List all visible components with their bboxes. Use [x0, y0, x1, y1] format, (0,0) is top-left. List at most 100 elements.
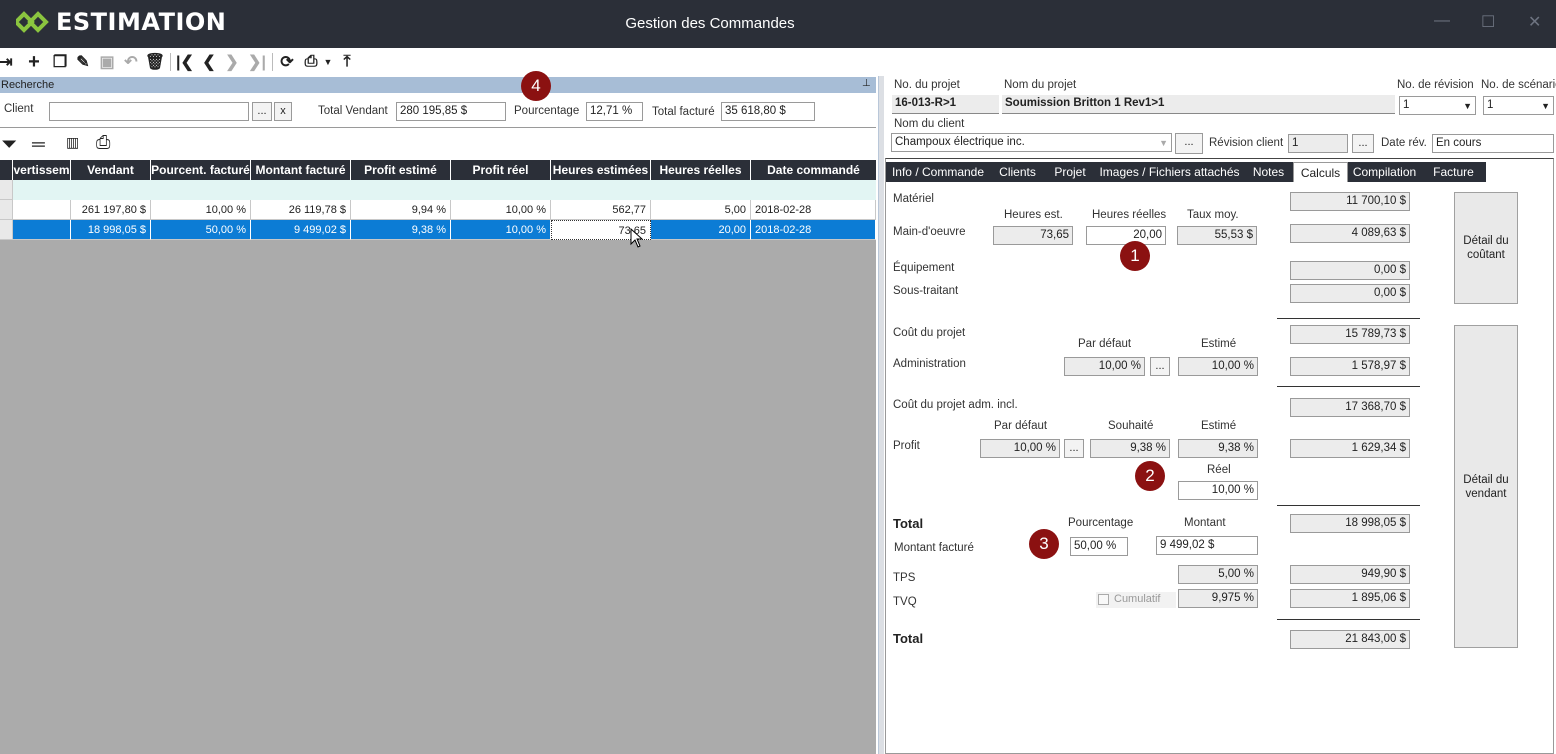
grid-cell[interactable]: 10,00 % [451, 220, 551, 240]
nom-projet-field[interactable]: Soumission Britton 1 Rev1>1 [1002, 95, 1395, 114]
cumulatif-checkbox[interactable] [1098, 594, 1109, 605]
grid-cell[interactable]: 9 499,02 $ [251, 220, 351, 240]
grand-total-label: Total [893, 631, 924, 646]
grid-cell[interactable]: 261 197,80 $ [71, 200, 151, 220]
row-selector[interactable] [0, 180, 13, 200]
column-header[interactable]: Profit estimé [351, 160, 451, 180]
administration-label: Administration [893, 358, 966, 370]
no-scenario-select[interactable]: 1 ▼ [1483, 96, 1554, 115]
tab-info-commande[interactable]: Info / Commande [886, 162, 990, 182]
nom-client-select[interactable]: Champoux électrique inc. ▼ [891, 133, 1172, 152]
client-search-input[interactable] [49, 102, 249, 121]
grid-cell[interactable]: 20,00 [651, 220, 751, 240]
toolbar-separator [170, 53, 171, 71]
grid-cell[interactable]: 9,94 % [351, 200, 451, 220]
column-header[interactable]: Heures estimées [551, 160, 651, 180]
heures-reelles-input[interactable]: 20,00 [1086, 226, 1166, 245]
add-icon[interactable]: + [24, 51, 44, 73]
tab-compilation[interactable]: Compilation [1348, 162, 1421, 182]
grid-cell[interactable]: 10,00 % [451, 200, 551, 220]
grid-cell[interactable]: 9,38 % [351, 220, 451, 240]
column-header[interactable]: Heures réelles [651, 160, 751, 180]
print-icon[interactable]: ⎙ [301, 52, 321, 72]
copy-icon[interactable]: ❐ [50, 52, 70, 72]
exit-icon[interactable]: ⇥ [0, 52, 16, 72]
tps-pct-field: 5,00 % [1178, 565, 1258, 584]
client-label: Client [4, 103, 34, 115]
chart-icon[interactable]: ▥ [66, 134, 79, 151]
grid-cell[interactable]: 10,00 % [151, 200, 251, 220]
tab-images[interactable]: Images / Fichiers attachés [1095, 162, 1244, 182]
grid-cell[interactable]: 26 119,78 $ [251, 200, 351, 220]
cumulatif-checkbox-area[interactable]: Cumulatif [1096, 592, 1176, 608]
export-icon[interactable]: ⤒ [337, 52, 357, 72]
table-row-selected[interactable]: 18 998,05 $ 50,00 % 9 499,02 $ 9,38 % 10… [0, 220, 876, 240]
chevron-down-icon[interactable]: ▼ [1541, 99, 1550, 114]
cout-projet-label: Coût du projet [893, 327, 966, 339]
column-header[interactable]: vertissem [13, 160, 71, 180]
column-header[interactable]: Profit réel [451, 160, 551, 180]
detail-coutant-button[interactable]: Détail du coûtant [1454, 192, 1518, 304]
prev-icon[interactable]: ❮ [199, 52, 219, 72]
tab-facture[interactable]: Facture [1421, 162, 1486, 182]
client-browse-button[interactable]: ... [1175, 133, 1203, 154]
save-icon[interactable]: ▣ [97, 52, 117, 72]
heures-est-field: 73,65 [993, 226, 1073, 245]
panel-splitter[interactable] [878, 76, 884, 754]
chevron-down-icon[interactable]: ▼ [1159, 136, 1168, 151]
group-icon[interactable]: ═ [32, 134, 45, 155]
column-header[interactable]: Montant facturé [251, 160, 351, 180]
tab-notes[interactable]: Notes [1244, 162, 1293, 182]
date-rev-field[interactable]: En cours [1432, 134, 1554, 153]
revision-client-field[interactable]: 1 [1288, 134, 1348, 153]
minimize-icon[interactable]: — [1434, 12, 1450, 30]
close-icon[interactable]: ✕ [1528, 12, 1541, 32]
table-row[interactable]: 261 197,80 $ 10,00 % 26 119,78 $ 9,94 % … [0, 200, 876, 220]
chevron-down-icon[interactable]: ▼ [322, 52, 334, 72]
client-clear-button[interactable]: x [274, 102, 292, 121]
detail-vendant-button[interactable]: Détail du vendant [1454, 325, 1518, 648]
profit-reel-input[interactable]: 10,00 % [1178, 481, 1258, 500]
cumulatif-label: Cumulatif [1114, 593, 1161, 605]
admin-browse-button[interactable]: ... [1150, 357, 1170, 376]
grid-cell[interactable]: 18 998,05 $ [71, 220, 151, 240]
tab-calculs[interactable]: Calculs [1293, 162, 1348, 182]
row-selector[interactable] [0, 220, 13, 240]
chevron-down-icon[interactable]: ▼ [1463, 99, 1472, 114]
edit-icon[interactable]: ✎ [73, 52, 93, 72]
delete-icon[interactable]: 🗑 [145, 52, 165, 72]
profit-browse-button[interactable]: ... [1064, 439, 1084, 458]
no-revision-select[interactable]: 1 ▼ [1399, 96, 1476, 115]
tab-projet[interactable]: Projet [1045, 162, 1095, 182]
grid-cell[interactable]: 5,00 [651, 200, 751, 220]
revision-browse-button[interactable]: ... [1352, 134, 1374, 153]
facture-pct-input[interactable]: 50,00 % [1070, 537, 1128, 556]
column-header[interactable]: Pourcent. facturé [151, 160, 251, 180]
grid-cell[interactable]: 2018-02-28 [751, 220, 876, 240]
first-icon[interactable]: |❮ [175, 52, 195, 72]
column-header[interactable]: Vendant [71, 160, 151, 180]
grid-cell[interactable]: 562,77 [551, 200, 651, 220]
row-selector[interactable] [0, 200, 13, 220]
grid-print-icon[interactable]: ⎙ [96, 132, 110, 153]
materiel-label: Matériel [893, 193, 934, 205]
grid-cell[interactable] [13, 200, 71, 220]
filter-row[interactable] [0, 180, 876, 200]
tab-clients[interactable]: Clients [990, 162, 1045, 182]
grid-cell[interactable] [13, 220, 71, 240]
maximize-icon[interactable]: ☐ [1481, 12, 1495, 32]
refresh-icon[interactable]: ⟳ [277, 52, 297, 72]
grid-cell[interactable]: 50,00 % [151, 220, 251, 240]
client-browse-button[interactable]: ... [252, 102, 272, 121]
column-header[interactable]: Date commandé [751, 160, 876, 180]
facture-montant-input[interactable]: 9 499,02 $ [1156, 536, 1258, 555]
next-icon[interactable]: ❯ [222, 52, 242, 72]
grid-cell[interactable]: 2018-02-28 [751, 200, 876, 220]
revision-client-label: Révision client [1209, 137, 1284, 149]
nom-client-value: Champoux électrique inc. [895, 136, 1025, 148]
main-oeuvre-field: 4 089,63 $ [1290, 224, 1410, 243]
filter-icon[interactable]: ⏷ [2, 134, 16, 155]
pin-icon[interactable]: ⊥ [862, 78, 871, 89]
undo-icon[interactable]: ↶ [121, 52, 141, 72]
last-icon[interactable]: ❯| [247, 52, 267, 72]
